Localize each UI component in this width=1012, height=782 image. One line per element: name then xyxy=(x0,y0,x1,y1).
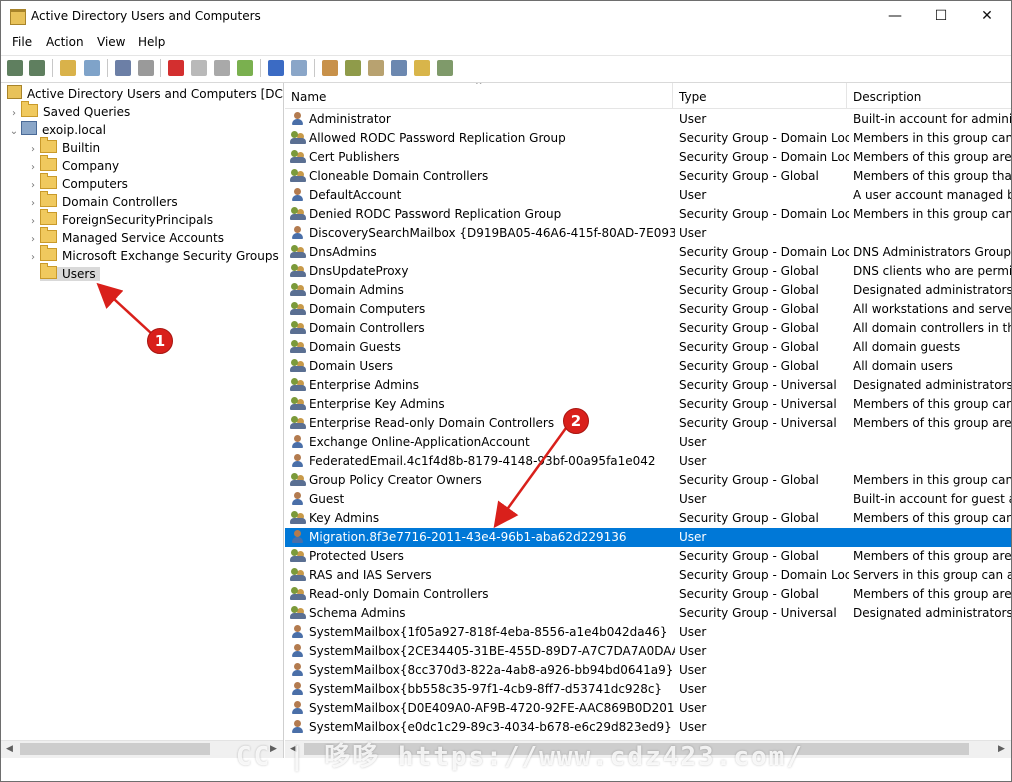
arrow-to-migration xyxy=(493,427,568,529)
annotation-badge-2: 2 xyxy=(563,408,589,434)
annotation-arrows xyxy=(96,282,568,529)
annotation-badge-1: 1 xyxy=(147,328,173,354)
arrow-to-users xyxy=(96,282,153,335)
